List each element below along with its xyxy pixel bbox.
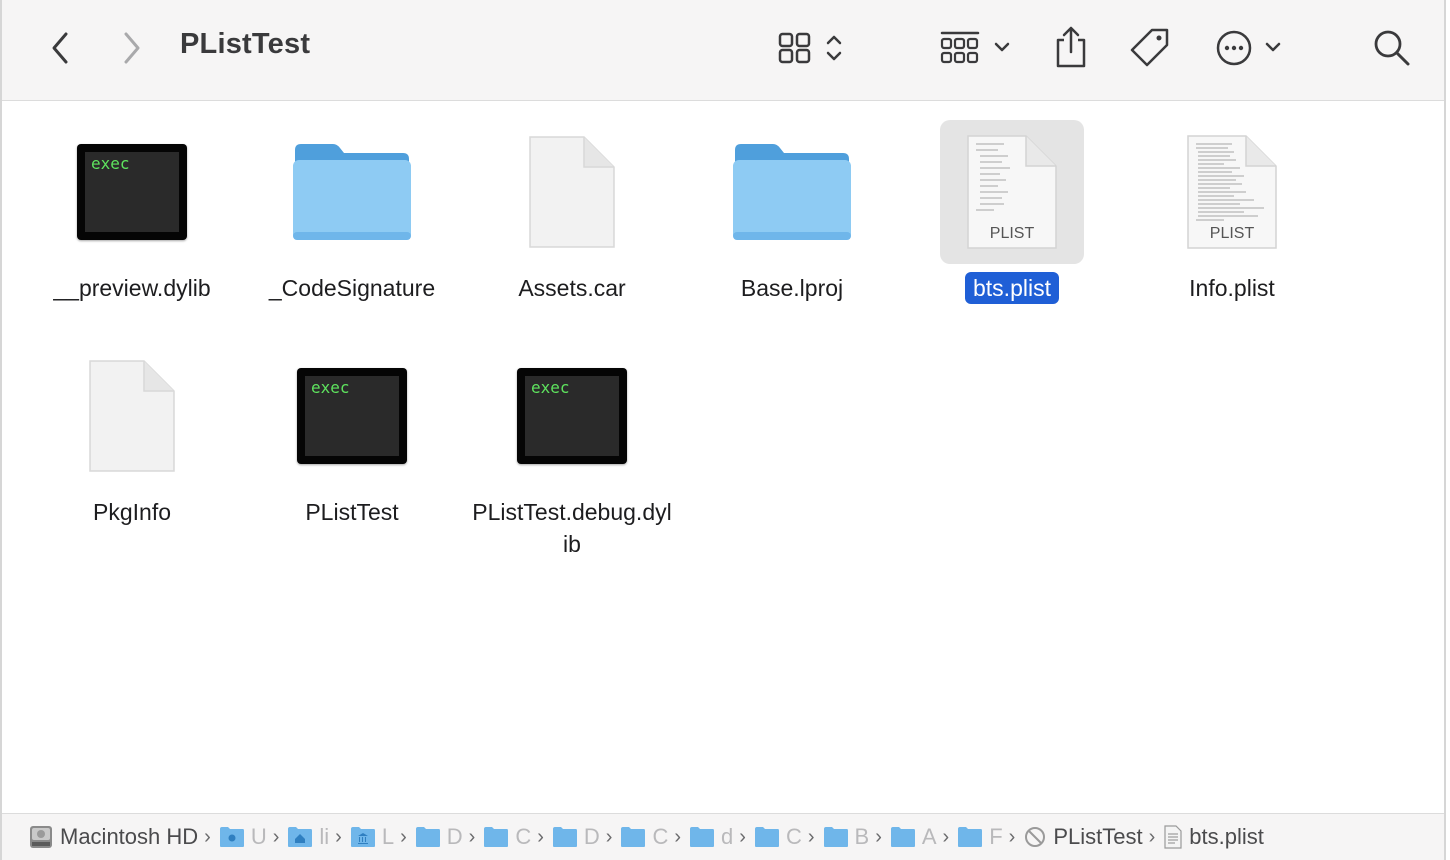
folder-icon: [958, 827, 983, 847]
back-icon: [52, 32, 68, 64]
exec-file-icon: exec: [60, 120, 204, 264]
chevron-right-icon: ›: [605, 825, 613, 848]
forward-icon: [124, 32, 140, 64]
file-name: Info.plist: [1189, 275, 1275, 301]
chevron-right-icon: ›: [875, 825, 882, 848]
file-name-selected: bts.plist: [965, 272, 1059, 304]
app-disabled-icon: [1025, 827, 1046, 847]
file-name: PListTest.debug.dylib: [472, 499, 672, 557]
folder-icon: [690, 827, 715, 847]
path-crumb[interactable]: B: [823, 824, 869, 850]
chevron-right-icon: ›: [400, 825, 407, 848]
document-icon: [500, 120, 644, 264]
grid-view-icon: [778, 32, 842, 64]
tag-button[interactable]: [1128, 26, 1172, 70]
chevron-right-icon: ›: [942, 825, 950, 848]
folder-icon: [415, 827, 440, 847]
file-name: Assets.car: [518, 275, 626, 301]
more-icon: [1216, 30, 1281, 66]
path-crumb[interactable]: L: [350, 824, 394, 850]
folder-name: Base.lproj: [740, 275, 844, 301]
chevron-right-icon: ›: [674, 825, 682, 848]
chevron-right-icon: ›: [807, 825, 815, 848]
path-crumb[interactable]: U: [219, 824, 267, 850]
folder-name: _CodeSignature: [268, 275, 436, 301]
chevron-right-icon: ›: [468, 825, 476, 848]
path-bar: Macintosh HD › U › li › L › D › C › D › …: [2, 813, 1444, 860]
path-crumb[interactable]: A: [890, 824, 937, 850]
path-crumb[interactable]: D: [552, 824, 600, 850]
plist-badge: PLIST: [1210, 225, 1255, 242]
library-folder-icon: [350, 827, 375, 847]
file-item[interactable]: exec PListTest: [242, 344, 462, 528]
folder-item[interactable]: _CodeSignature: [242, 120, 462, 304]
folder-icon: [823, 827, 848, 847]
folder-icon: [552, 827, 577, 847]
folder-icon: [484, 827, 509, 847]
path-crumb[interactable]: C: [483, 824, 531, 850]
exec-file-icon: exec: [280, 344, 424, 488]
plist-file-icon: PLIST: [940, 120, 1084, 264]
file-name: __preview.dylib: [53, 275, 211, 301]
path-crumb-app[interactable]: PListTest: [1023, 824, 1143, 850]
share-button[interactable]: [1052, 24, 1090, 70]
folder-icon: [720, 120, 864, 264]
document-icon: [60, 344, 204, 488]
group-button[interactable]: [938, 28, 1016, 68]
tag-icon: [1130, 28, 1169, 67]
file-item[interactable]: Assets.car: [462, 120, 682, 304]
back-button[interactable]: [42, 28, 78, 68]
group-icon: [940, 31, 1010, 64]
toolbar: PListTest: [2, 0, 1444, 101]
exec-file-icon: exec: [500, 344, 644, 488]
path-crumb[interactable]: C: [620, 824, 668, 850]
plist-file-icon: PLIST: [1160, 120, 1304, 264]
path-crumb[interactable]: li: [287, 824, 329, 850]
view-mode-button[interactable]: [772, 28, 848, 68]
share-icon: [1056, 26, 1086, 68]
folder-item[interactable]: Base.lproj: [682, 120, 902, 304]
folder-icon: [280, 120, 424, 264]
chevron-right-icon: ›: [1008, 825, 1016, 848]
home-folder-icon: [288, 827, 313, 847]
search-icon: [1374, 30, 1410, 66]
folder-icon: [890, 827, 915, 847]
folder-icon: [754, 827, 779, 847]
forward-button[interactable]: [114, 28, 150, 68]
path-crumb[interactable]: d: [689, 824, 733, 850]
more-actions-button[interactable]: [1214, 28, 1286, 68]
hard-drive-icon: [30, 826, 52, 848]
file-item[interactable]: exec __preview.dylib: [22, 120, 242, 304]
file-item-selected[interactable]: PLIST bts.plist: [902, 120, 1122, 304]
path-crumb[interactable]: C: [754, 824, 802, 850]
users-folder-icon: [219, 827, 244, 847]
file-name: PkgInfo: [93, 499, 171, 525]
chevron-right-icon: ›: [537, 825, 544, 848]
finder-window: PListTest exec __preview.dylib _CodeSign…: [0, 0, 1446, 860]
file-item[interactable]: PLIST Info.plist: [1122, 120, 1342, 304]
file-item[interactable]: exec PListTest.debug.dylib: [462, 344, 682, 560]
chevron-right-icon: ›: [335, 825, 342, 848]
folder-icon: [621, 827, 646, 847]
path-crumb-file[interactable]: bts.plist: [1163, 824, 1264, 850]
file-name: PListTest: [305, 499, 399, 525]
chevron-right-icon: ›: [204, 825, 211, 848]
search-button[interactable]: [1372, 28, 1412, 68]
chevron-right-icon: ›: [1148, 825, 1156, 848]
path-crumb[interactable]: D: [415, 824, 463, 850]
file-grid: exec __preview.dylib _CodeSignature Asse…: [2, 101, 1444, 813]
chevron-right-icon: ›: [739, 825, 746, 848]
window-title: PListTest: [180, 28, 311, 60]
chevron-right-icon: ›: [272, 825, 280, 848]
path-crumb-macintosh-hd[interactable]: Macintosh HD: [28, 824, 198, 850]
path-crumb[interactable]: F: [957, 824, 1003, 850]
file-item[interactable]: PkgInfo: [22, 344, 242, 528]
plist-file-icon: [1164, 825, 1182, 849]
plist-badge: PLIST: [990, 225, 1035, 242]
